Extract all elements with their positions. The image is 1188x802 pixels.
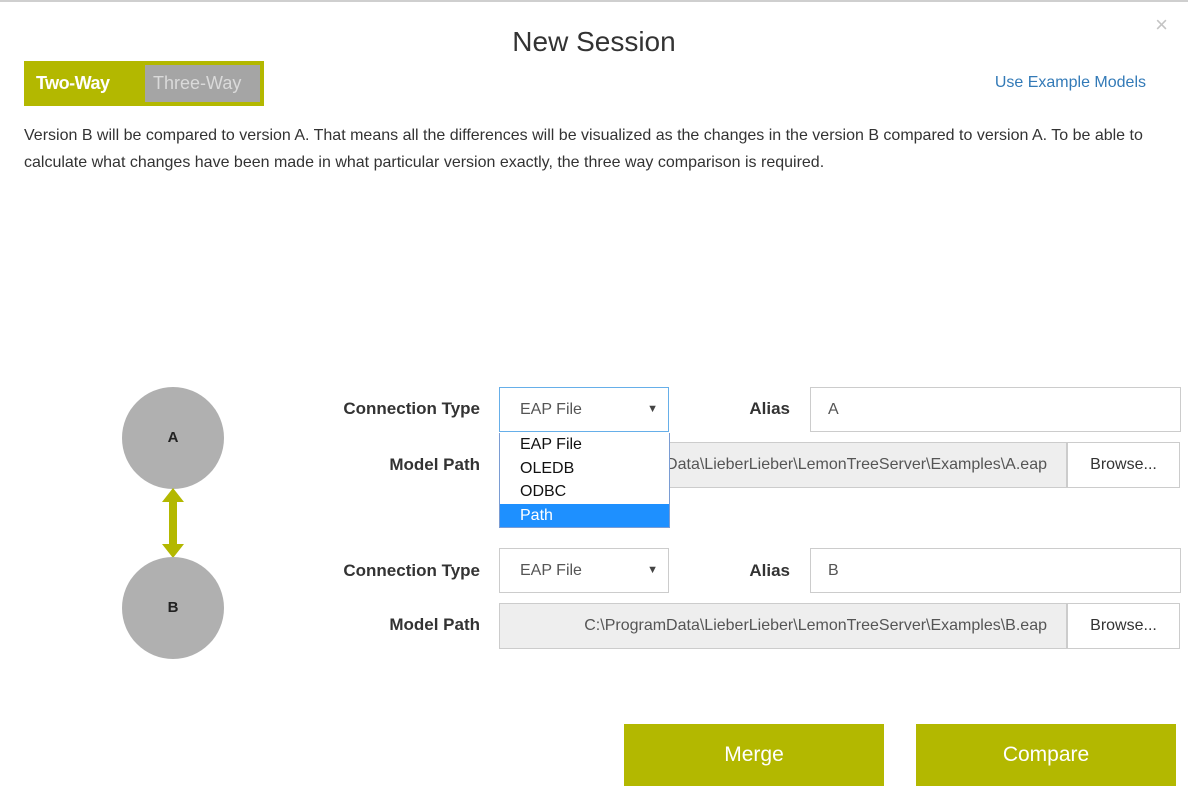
chevron-down-icon: ▼ — [647, 564, 658, 576]
model-path-label-a: Model Path — [389, 455, 480, 474]
alias-input-a[interactable]: A — [810, 387, 1181, 432]
connection-type-value-b: EAP File — [520, 562, 582, 579]
dropdown-option-odbc[interactable]: ODBC — [500, 480, 669, 504]
model-path-input-b[interactable]: C:\ProgramData\LieberLieber\LemonTreeSer… — [499, 603, 1067, 649]
use-example-models-link[interactable]: Use Example Models — [995, 74, 1146, 92]
comparison-mode-toggle: Two-Way Three-Way — [24, 61, 264, 106]
chevron-down-icon: ▼ — [647, 403, 658, 415]
model-path-value-b: C:\ProgramData\LieberLieber\LemonTreeSer… — [584, 617, 1047, 634]
compare-button[interactable]: Compare — [916, 724, 1176, 786]
connection-type-label-b: Connection Type — [343, 561, 480, 580]
double-arrow-icon — [162, 488, 184, 558]
browse-button-b[interactable]: Browse... — [1067, 603, 1180, 649]
two-way-tab[interactable]: Two-Way — [28, 65, 145, 102]
connection-type-select-a[interactable]: EAP File ▼ — [499, 387, 669, 432]
top-border — [0, 0, 1188, 2]
alias-label-a: Alias — [749, 399, 790, 418]
alias-label-b: Alias — [749, 561, 790, 580]
merge-button[interactable]: Merge — [624, 724, 884, 786]
alias-input-b[interactable]: B — [810, 548, 1181, 593]
connection-type-dropdown-a: EAP File OLEDB ODBC Path — [499, 433, 670, 528]
dropdown-option-path[interactable]: Path — [500, 503, 669, 527]
connection-type-value-a: EAP File — [520, 401, 582, 418]
dialog-title: New Session — [512, 26, 676, 57]
three-way-tab[interactable]: Three-Way — [145, 65, 260, 102]
model-b-circle: B — [122, 557, 224, 659]
model-path-label-b: Model Path — [389, 615, 480, 634]
dropdown-option-oledb[interactable]: OLEDB — [500, 457, 669, 481]
connection-type-label-a: Connection Type — [343, 399, 480, 418]
browse-button-a[interactable]: Browse... — [1067, 442, 1180, 488]
model-a-circle: A — [122, 387, 224, 489]
description-text: Version B will be compared to version A.… — [24, 127, 1143, 171]
dropdown-option-eap-file[interactable]: EAP File — [500, 433, 669, 457]
connection-type-select-b[interactable]: EAP File ▼ — [499, 548, 669, 593]
